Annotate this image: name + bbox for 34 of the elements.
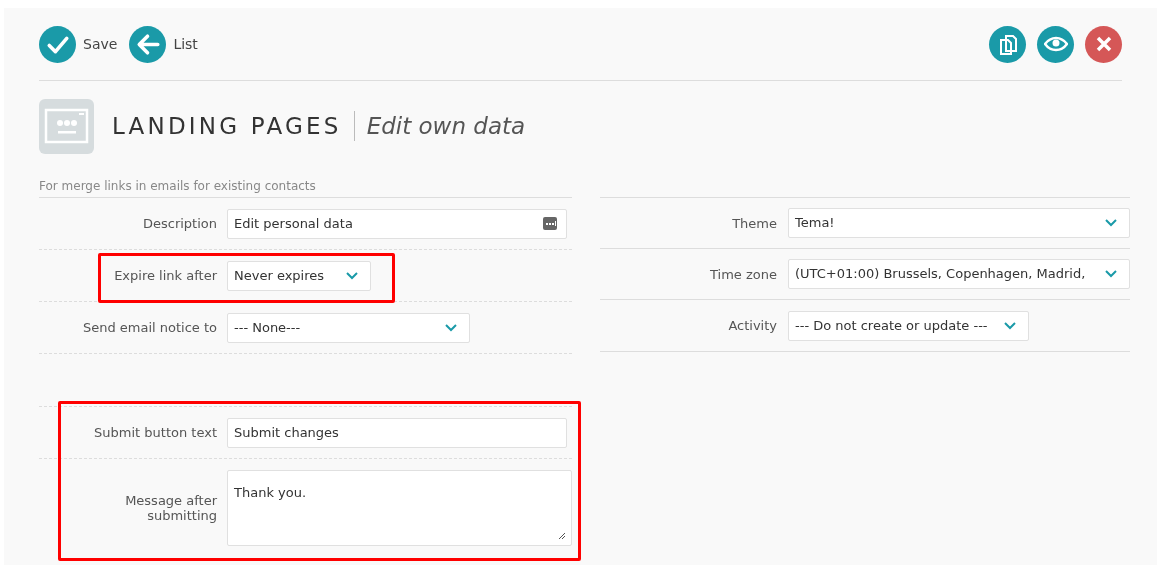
view-button[interactable] (1037, 25, 1074, 63)
list-button[interactable]: List (129, 25, 198, 63)
field-label: Description (142, 216, 217, 231)
text-area[interactable]: Thank you. (227, 470, 572, 546)
page-title: LANDING PAGES (112, 111, 342, 141)
resize-handle-icon[interactable] (558, 532, 566, 540)
field-label: Expire link after (114, 268, 217, 283)
section-note: For merge links in emails for existing contacts (39, 178, 317, 195)
check-circle-icon (39, 25, 76, 63)
close-button[interactable] (1085, 25, 1122, 63)
text-snippet-icon (543, 217, 557, 230)
select-dropdown[interactable]: Never expires (227, 260, 371, 291)
select-dropdown[interactable]: (UTC+01:00) Brussels, Copenhagen, Madrid, (788, 259, 1130, 289)
field-label: Message after submitting (124, 493, 217, 523)
copy-button[interactable] (989, 25, 1026, 63)
field-label: Theme (732, 215, 777, 231)
input-field[interactable]: Submit changes (227, 417, 567, 448)
field-label: Send email notice to (82, 320, 217, 335)
chevron-down-icon (1105, 270, 1117, 278)
chevron-down-icon (346, 271, 358, 280)
input-field[interactable]: Edit personal data (227, 208, 567, 239)
field-label: Activity (728, 318, 777, 333)
field-label: Time zone (710, 266, 777, 282)
chevron-down-icon (1105, 219, 1117, 227)
page-subtitle: Edit own data (366, 111, 526, 141)
select-dropdown[interactable]: Tema! (788, 208, 1130, 238)
save-button[interactable]: Save (39, 25, 118, 63)
field-label: Submit button text (94, 425, 217, 440)
chevron-down-icon (1004, 321, 1016, 330)
chevron-down-icon (445, 323, 457, 332)
arrow-left-circle-icon (129, 25, 167, 63)
select-dropdown[interactable]: --- Do not create or update --- (788, 310, 1029, 341)
landing-page-icon (39, 98, 94, 154)
select-dropdown[interactable]: --- None--- (227, 312, 470, 343)
